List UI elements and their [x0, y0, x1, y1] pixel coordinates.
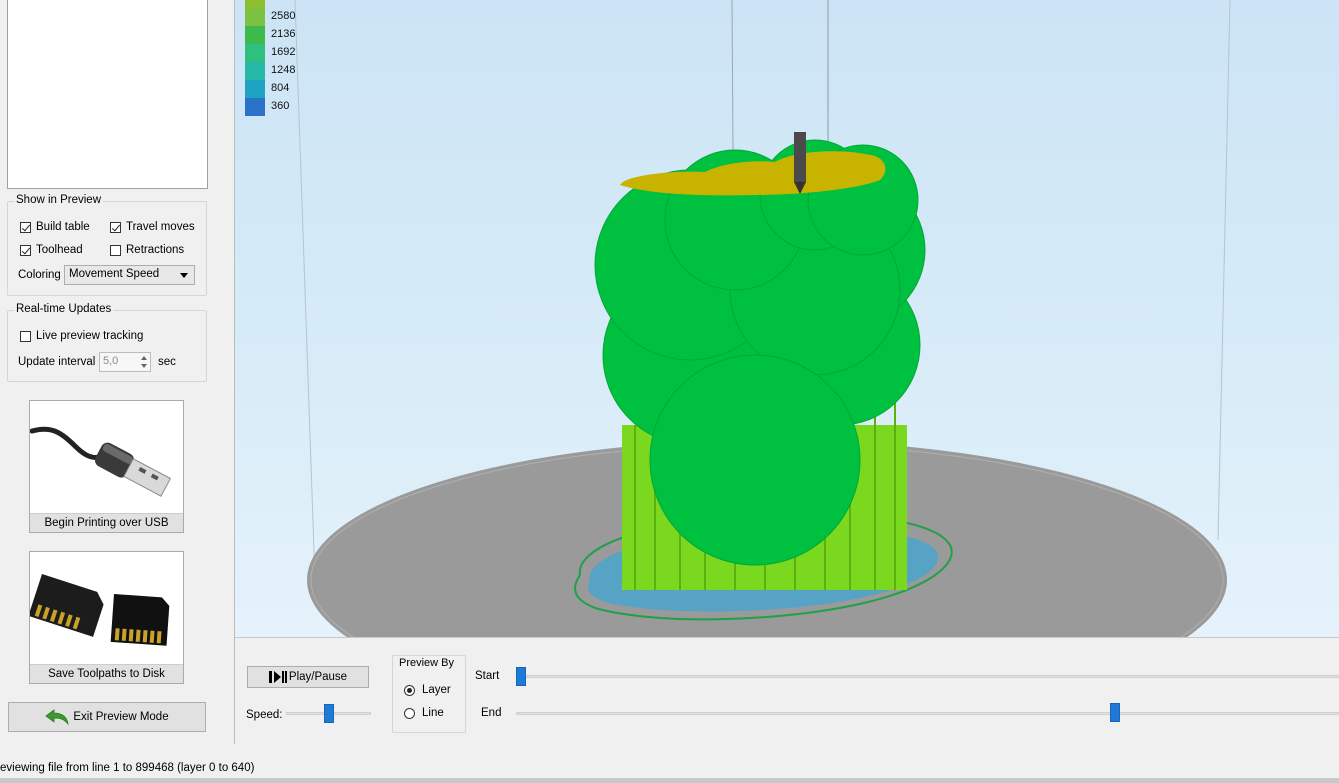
- back-arrow-icon: [45, 709, 69, 726]
- legend-value: 2136: [271, 28, 296, 40]
- coloring-value: Movement Speed: [69, 268, 160, 280]
- legend-swatch: [245, 0, 265, 8]
- legend-swatch: [245, 26, 265, 44]
- toolhead-checkbox[interactable]: [20, 245, 31, 256]
- layer-radio-label: Layer: [422, 684, 451, 696]
- legend-value: 2580: [271, 10, 296, 22]
- legend-swatch: [245, 8, 265, 26]
- layer-radio[interactable]: [404, 685, 415, 696]
- exit-preview-mode-label: Exit Preview Mode: [73, 711, 169, 723]
- status-text: eviewing file from line 1 to 899468 (lay…: [0, 762, 255, 774]
- status-bar: eviewing file from line 1 to 899468 (lay…: [0, 760, 1339, 778]
- legend-swatch: [245, 98, 265, 116]
- start-label: Start: [475, 670, 500, 682]
- chevron-down-icon: [180, 273, 188, 278]
- playback-controls: Play/Pause Speed: Preview By Layer Line …: [234, 637, 1339, 744]
- retractions-checkbox[interactable]: [110, 245, 121, 256]
- save-toolpaths-button[interactable]: Save Toolpaths to Disk: [29, 551, 184, 684]
- legend-swatch: [245, 44, 265, 62]
- coloring-label: Coloring: [18, 269, 61, 281]
- end-slider-track[interactable]: [516, 712, 1339, 715]
- start-slider-handle[interactable]: [516, 667, 526, 686]
- end-label: End: [481, 707, 502, 719]
- update-interval-value: 5,0: [103, 355, 119, 367]
- begin-printing-usb-button[interactable]: Begin Printing over USB: [29, 400, 184, 533]
- left-panel: Show in Preview Build table Travel moves…: [0, 0, 234, 760]
- save-toolpaths-label: Save Toolpaths to Disk: [30, 664, 183, 683]
- preview-by-title: Preview By: [399, 657, 455, 669]
- travel-moves-checkbox[interactable]: [110, 222, 121, 233]
- spin-up-icon[interactable]: [141, 356, 147, 360]
- show-in-preview-group: Show in Preview Build table Travel moves…: [7, 194, 207, 296]
- preview-viewport[interactable]: 3024 2580 2136 1692 1248 804 360: [234, 0, 1339, 637]
- sd-card-icon: [30, 574, 170, 646]
- travel-moves-label: Travel moves: [126, 221, 195, 233]
- legend-item: 1692: [245, 44, 305, 62]
- update-interval-unit: sec: [158, 356, 176, 368]
- model-list[interactable]: [7, 0, 208, 189]
- build-table-label: Build table: [36, 221, 90, 233]
- legend-value: 1692: [271, 46, 296, 58]
- play-pause-label: Play/Pause: [288, 671, 348, 683]
- realtime-updates-group: Real-time Updates Live preview tracking …: [7, 303, 207, 382]
- legend-item: 2136: [245, 26, 305, 44]
- play-pause-icon: [268, 670, 287, 683]
- exit-preview-mode-button[interactable]: Exit Preview Mode: [8, 702, 206, 732]
- speed-legend: 3024 2580 2136 1692 1248 804 360: [235, 0, 315, 130]
- update-interval-label: Update interval: [18, 356, 96, 368]
- update-interval-spinbox[interactable]: 5,0: [99, 352, 151, 372]
- live-preview-tracking-checkbox[interactable]: [20, 331, 31, 342]
- legend-item: 360: [245, 98, 305, 116]
- speed-slider-handle[interactable]: [323, 704, 334, 723]
- usb-cable-icon: [30, 426, 172, 497]
- usb-button-label: Begin Printing over USB: [30, 513, 183, 532]
- build-table-checkbox[interactable]: [20, 222, 31, 233]
- toolpath-3d-view: [294, 0, 1231, 637]
- show-in-preview-title: Show in Preview: [14, 194, 104, 206]
- legend-item: 1248: [245, 62, 305, 80]
- preview-by-group: Preview By Layer Line: [392, 655, 466, 733]
- line-radio-label: Line: [422, 707, 444, 719]
- legend-swatch: [245, 62, 265, 80]
- legend-value: 1248: [271, 64, 296, 76]
- spin-down-icon[interactable]: [141, 364, 147, 368]
- start-slider-track[interactable]: [516, 675, 1339, 678]
- realtime-updates-title: Real-time Updates: [14, 303, 114, 315]
- legend-swatch: [245, 80, 265, 98]
- speed-label: Speed:: [246, 709, 283, 721]
- line-radio[interactable]: [404, 708, 415, 719]
- taskbar-edge: [0, 778, 1339, 783]
- legend-value: 360: [271, 100, 290, 112]
- legend-item: 2580: [245, 8, 305, 26]
- retractions-label: Retractions: [126, 244, 185, 256]
- legend-item: 3024: [245, 0, 305, 8]
- legend-value: 804: [271, 82, 290, 94]
- coloring-select[interactable]: Movement Speed: [64, 265, 195, 285]
- toolhead-label: Toolhead: [36, 244, 83, 256]
- play-pause-button[interactable]: Play/Pause: [247, 666, 369, 688]
- legend-item: 804: [245, 80, 305, 98]
- live-preview-tracking-label: Live preview tracking: [36, 330, 144, 342]
- end-slider-handle[interactable]: [1110, 703, 1121, 722]
